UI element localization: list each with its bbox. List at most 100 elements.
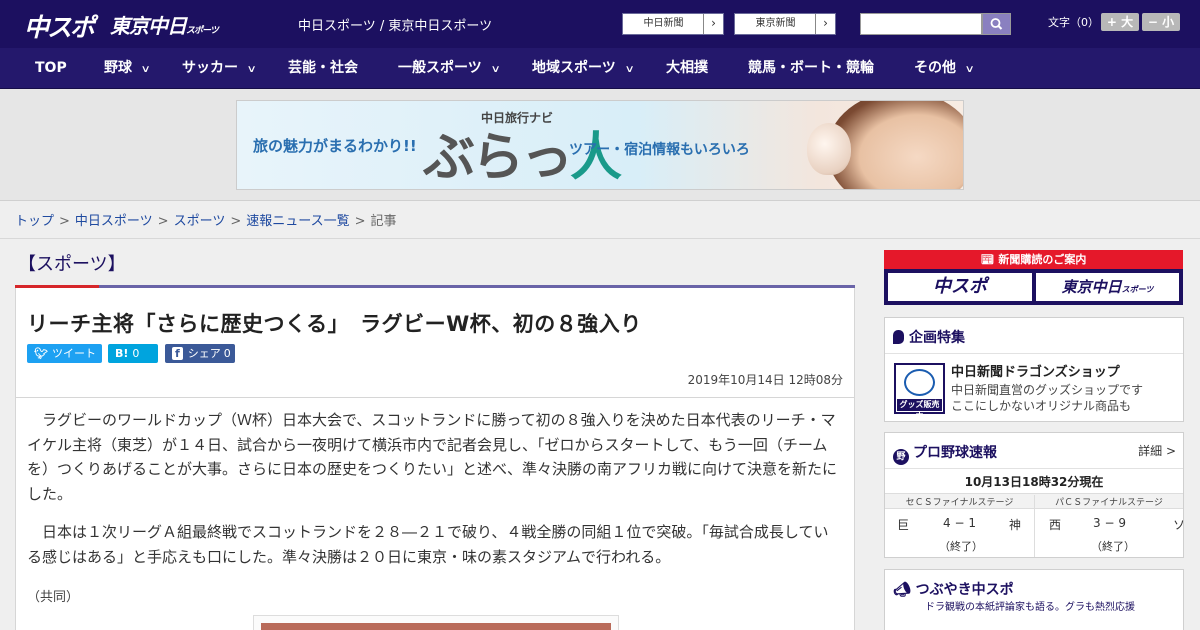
baseball-scores-box: 野プロ野球速報 詳細 > 10月13日18時32分現在 セＣＳファイナルステージ…: [884, 432, 1185, 558]
scores-divider: [885, 468, 1183, 469]
article-photo[interactable]: [253, 615, 619, 630]
travel-ad-banner[interactable]: 旅の魅力がまるわかり!! 中日旅行ナビ ぶらっ人 ツアー・宿泊情報もいろいろ: [236, 100, 964, 190]
font-size-increase-button[interactable]: + 大: [1101, 13, 1139, 31]
article-date: 2019年10月14日 12時08分: [687, 373, 843, 387]
facebook-share-button[interactable]: f シェア 0: [165, 344, 235, 363]
hatena-icon: B!: [115, 347, 129, 360]
chevron-down-icon: ∨: [624, 64, 635, 75]
tokyo-shimbun-link[interactable]: 東京新聞 ›: [734, 13, 836, 35]
ad-left-text: 旅の魅力がまるわかり!!: [253, 137, 417, 155]
central-stage: セＣＳファイナルステージ: [905, 498, 1014, 508]
scores-updated: 10月13日18時32分現在: [964, 475, 1104, 489]
chevron-right-icon: ›: [815, 14, 835, 34]
breadcrumb-divider: [0, 238, 1200, 239]
nav-item-label: その他: [914, 60, 956, 76]
game-status: （終了）: [939, 540, 983, 553]
breadcrumb-link-chunichi-sports[interactable]: 中日スポーツ: [75, 214, 153, 229]
nav-item-label: 競馬・ボート・競輪: [748, 60, 874, 76]
chevron-down-icon: ∨: [490, 64, 501, 75]
breadcrumb-separator: >: [59, 214, 70, 229]
nav-item-racing[interactable]: 競馬・ボート・競輪: [748, 48, 874, 89]
dragons-shop-thumbnail[interactable]: グッズ販売中: [894, 363, 945, 421]
subscription-head: 📰︎ 新聞購読のご案内: [884, 250, 1183, 269]
chunichi-shimbun-label: 中日新聞: [643, 18, 684, 29]
article-paragraph: ラグビーのワールドカップ（Ｗ杯）日本大会で、スコットランドに勝って初の８強入りを…: [27, 411, 838, 503]
main-nav: TOP 野球 ∨ サッカー ∨ 芸能・社会 一般スポーツ ∨ 地域スポーツ ∨ 大相撲 …: [0, 48, 1200, 89]
nav-item-general-sports[interactable]: 一般スポーツ ∨: [398, 48, 501, 89]
tweets-title: つぶやき中スポ: [915, 582, 1014, 598]
feature-heading: 企画特集: [893, 327, 965, 347]
article-divider: [16, 397, 854, 398]
dragons-shop-link[interactable]: 中日新聞ドラゴンズショップ: [951, 361, 1120, 380]
chevron-down-icon: ∨: [964, 64, 975, 75]
nav-item-local-sports[interactable]: 地域スポーツ ∨: [532, 48, 635, 89]
search-button[interactable]: [982, 13, 1011, 35]
game-status: （終了）: [1091, 540, 1135, 553]
nav-item-label: 芸能・社会: [288, 60, 358, 76]
breadcrumb-current: 記事: [370, 214, 397, 229]
nav-item-other[interactable]: その他 ∨: [914, 48, 975, 89]
tokyo-chunichi-logo[interactable]: 東京中日スポーツ: [110, 10, 219, 39]
search-icon: [990, 18, 1003, 30]
nav-item-baseball[interactable]: 野球 ∨: [104, 48, 151, 89]
nav-item-entertainment[interactable]: 芸能・社会: [288, 48, 358, 89]
facebook-share-label: シェア: [187, 347, 221, 360]
dragons-shop-desc: 中日新聞直営のグッズショップです: [951, 383, 1144, 397]
nav-item-sumo[interactable]: 大相撲: [666, 48, 708, 89]
scores-column-divider: [1034, 509, 1035, 557]
article-headline: リーチ主将「さらに歴史つくる」 ラグビーW杯、初の８強入り: [27, 312, 642, 336]
tweet-button[interactable]: 🐦︎ ツイート: [27, 344, 102, 363]
tweet-label: ツイート: [51, 347, 96, 360]
tweets-heading[interactable]: 📣︎ つぶやき中スポ: [893, 579, 1014, 599]
subscription-head-label: 新聞購読のご案内: [998, 253, 1087, 266]
home-team: 巨: [897, 518, 910, 532]
tokyo-chunichi-subscribe-small: スポーツ: [1121, 285, 1154, 294]
top-header: 中スポ 東京中日スポーツ 中日スポーツ / 東京中日スポーツ 中日新聞 › 東京…: [0, 0, 1200, 48]
hatena-bookmark-button[interactable]: B! 0: [108, 344, 158, 363]
chevron-right-icon: ›: [703, 14, 723, 34]
mascot-icon: [904, 369, 935, 396]
subscription-banner[interactable]: 📰︎ 新聞購読のご案内 中スポ 東京中日スポーツ: [884, 250, 1183, 305]
tokyo-chunichi-subscribe-logo[interactable]: 東京中日スポーツ: [1036, 273, 1179, 301]
facebook-icon: f: [172, 347, 183, 360]
chunichi-sports-subscribe-logo[interactable]: 中スポ: [888, 273, 1032, 301]
scores-title: プロ野球速報: [913, 445, 997, 461]
search-input[interactable]: [860, 13, 982, 35]
score: 3 − 9: [1093, 516, 1126, 530]
away-team: 神: [1009, 518, 1022, 532]
nav-item-soccer[interactable]: サッカー ∨: [182, 48, 257, 89]
baseball-icon: 野: [893, 449, 909, 465]
font-size-decrease-button[interactable]: − 小: [1142, 13, 1180, 31]
breadcrumb-link-news-list[interactable]: 速報ニュース一覧: [246, 214, 349, 229]
nav-item-label: 一般スポーツ: [398, 60, 482, 76]
dragons-shop-desc: ここにしかないオリジナル商品も: [951, 399, 1132, 413]
section-label: 【スポーツ】: [18, 254, 126, 275]
score: 4 − 1: [943, 516, 976, 530]
article-credit: （共同）: [27, 590, 80, 605]
goods-tag: グッズ販売中: [897, 399, 942, 421]
breadcrumb: トップ > 中日スポーツ > スポーツ > 速報ニュース一覧 > 記事: [15, 210, 397, 229]
ad-area: 旅の魅力がまるわかり!! 中日旅行ナビ ぶらっ人 ツアー・宿泊情報もいろいろ: [0, 89, 1200, 201]
feature-title: 企画特集: [909, 330, 965, 346]
nav-item-top[interactable]: TOP: [35, 48, 67, 89]
article-photo-image: [261, 623, 611, 630]
breadcrumb-link-sports[interactable]: スポーツ: [174, 214, 226, 229]
chunichi-sports-logo[interactable]: 中スポ: [24, 8, 95, 44]
scores-more-link[interactable]: 詳細 >: [1138, 442, 1176, 459]
article-body: リーチ主将「さらに歴史つくる」 ラグビーW杯、初の８強入り 🐦︎ ツイート B! 0…: [15, 288, 855, 630]
newspaper-icon: 📰︎: [980, 253, 999, 266]
tokyo-chunichi-logo-small: スポーツ: [186, 26, 219, 36]
home-team: 西: [1049, 518, 1062, 532]
tweets-box: 📣︎ つぶやき中スポ ドラ観戦の本紙評論家も語る。グラも熱烈応援: [884, 569, 1184, 630]
chunichi-shimbun-link[interactable]: 中日新聞 ›: [622, 13, 724, 35]
breadcrumb-separator: >: [230, 214, 242, 229]
ad-right-text: ツアー・宿泊情報もいろいろ: [569, 142, 750, 158]
twitter-icon: 🐦︎: [34, 347, 48, 360]
feature-divider: [885, 353, 1183, 354]
megaphone-icon: 📣︎: [893, 582, 916, 598]
font-size-label: 文字（0）: [1048, 16, 1099, 29]
tweets-subtitle: ドラ観戦の本紙評論家も語る。グラも熱烈応援: [925, 602, 1135, 613]
site-title: 中日スポーツ / 東京中日スポーツ: [298, 19, 493, 34]
breadcrumb-link-top[interactable]: トップ: [15, 214, 54, 229]
shell-image: [807, 123, 851, 175]
